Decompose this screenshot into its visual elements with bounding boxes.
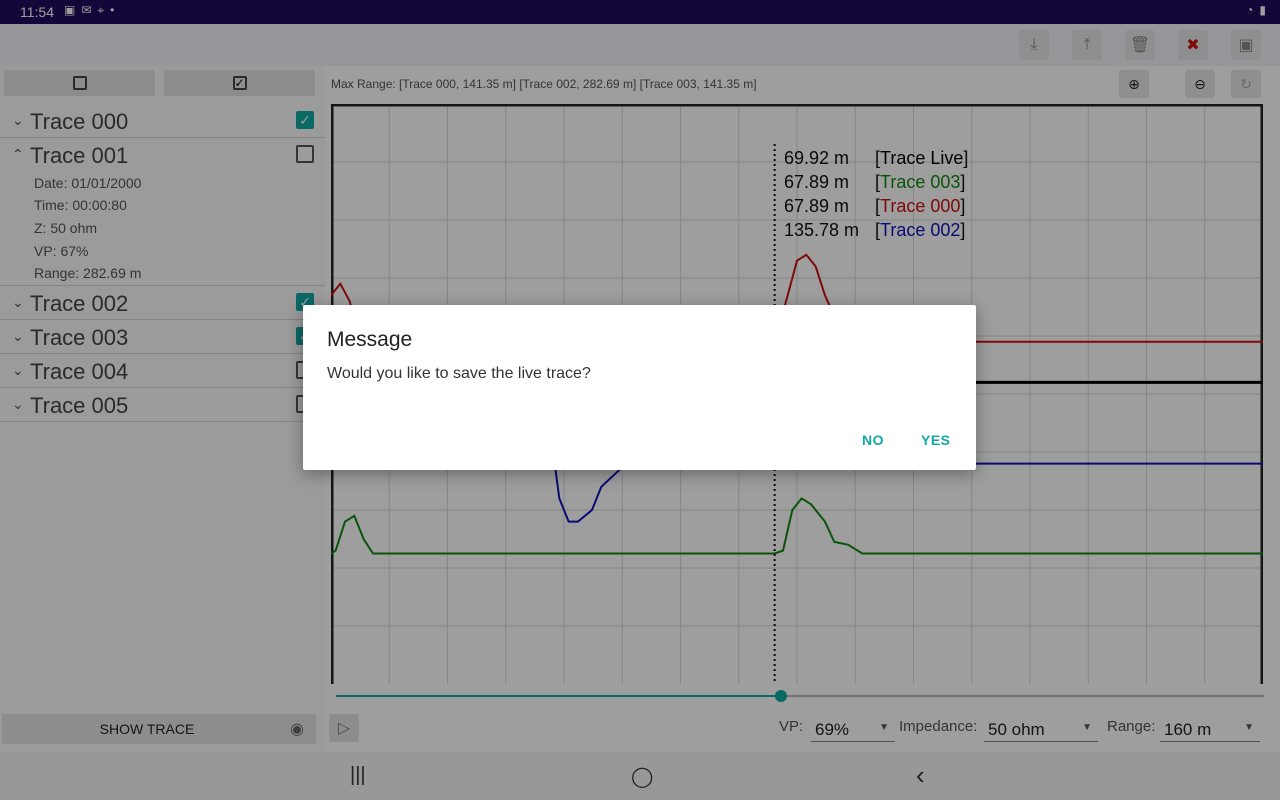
yes-button[interactable]: YES: [921, 432, 951, 448]
save-trace-dialog: Message Would you like to save the live …: [303, 305, 976, 470]
dialog-title: Message: [327, 328, 413, 351]
no-button[interactable]: NO: [862, 432, 884, 448]
dialog-message: Would you like to save the live trace?: [327, 365, 591, 382]
